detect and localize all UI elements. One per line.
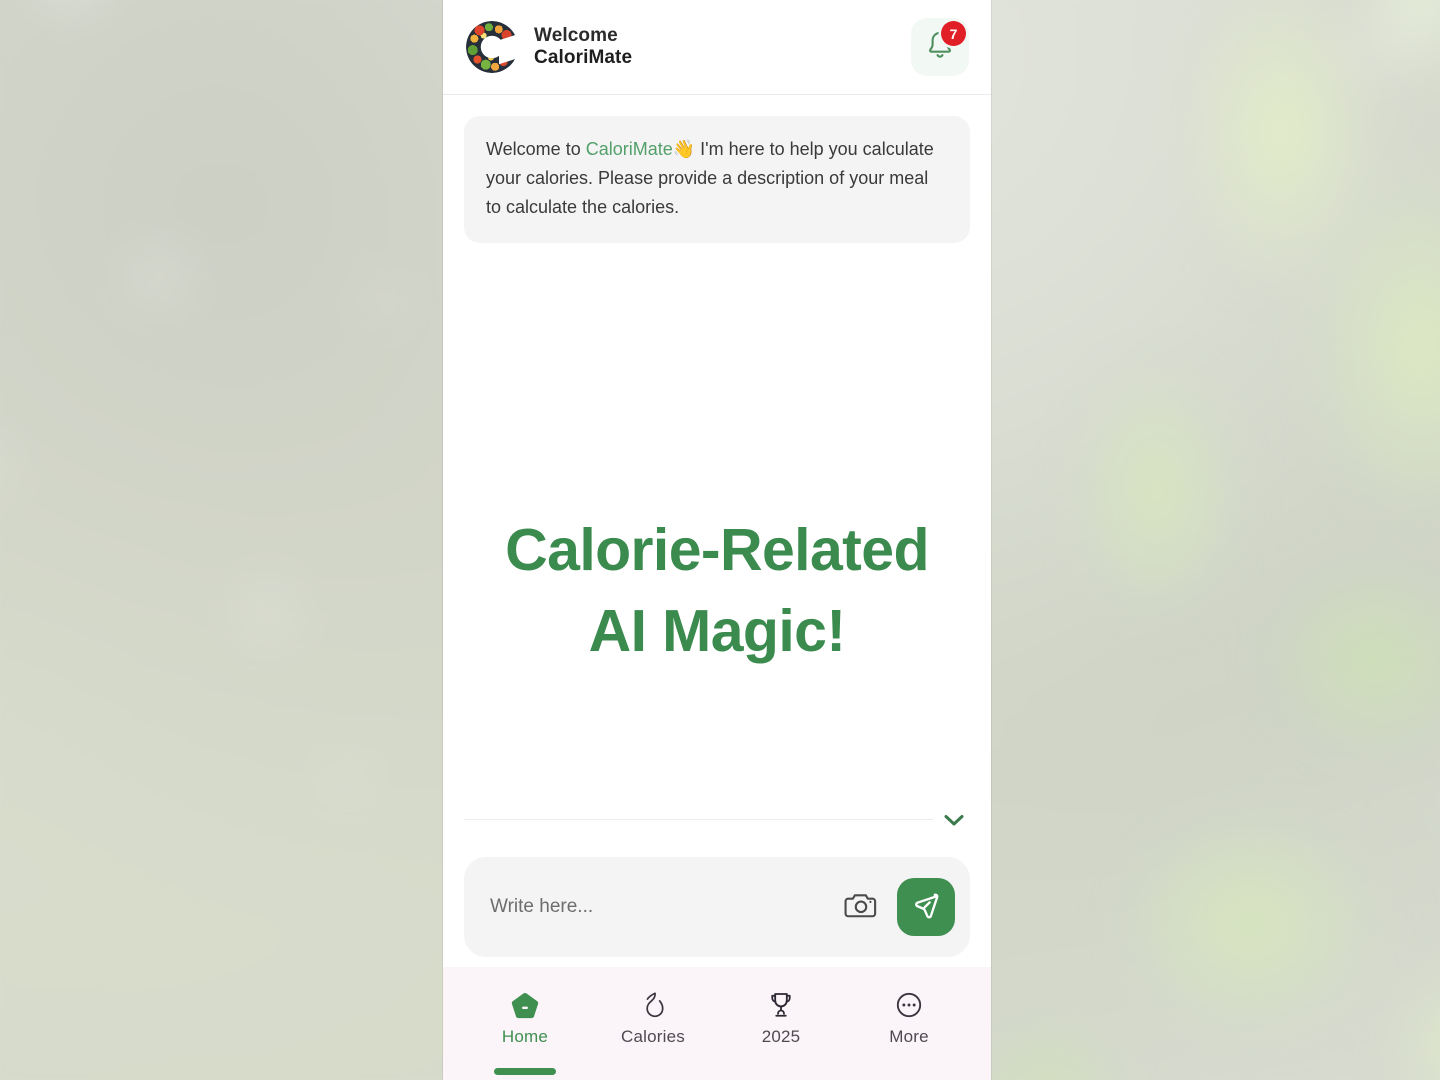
flame-icon — [639, 989, 667, 1019]
ellipsis-circle-icon — [895, 989, 923, 1019]
bottom-navigation: Home Calories 2025 More — [443, 967, 991, 1080]
header-title-block: Welcome CaloriMate — [534, 25, 632, 70]
app-name-label: CaloriMate — [534, 47, 633, 68]
welcome-message-bubble: Welcome to CaloriMate👋 I'm here to help … — [464, 116, 970, 244]
trophy-icon — [767, 989, 795, 1019]
calorimate-logo-icon — [464, 19, 520, 75]
message-input[interactable] — [490, 896, 825, 918]
nav-label-home: Home — [501, 1027, 549, 1046]
scroll-to-bottom-button[interactable] — [939, 807, 969, 837]
chevron-down-icon — [941, 810, 967, 835]
wave-emoji-icon: 👋 — [672, 139, 696, 159]
chat-area: Welcome to CaloriMate👋 I'm here to help … — [443, 95, 991, 847]
headline-line-1: Calorie-Related — [505, 517, 929, 583]
active-tab-indicator — [494, 1068, 556, 1075]
nav-label-more: More — [889, 1027, 929, 1046]
message-composer — [464, 857, 970, 957]
welcome-label: Welcome — [534, 24, 618, 46]
camera-icon — [844, 890, 878, 925]
nav-item-home[interactable]: Home — [461, 989, 589, 1075]
headline-line-2: AI Magic! — [588, 598, 846, 665]
camera-button[interactable] — [839, 885, 883, 929]
nav-item-2025[interactable]: 2025 — [717, 989, 845, 1047]
send-icon — [910, 890, 942, 925]
nav-item-calories[interactable]: Calories — [589, 989, 717, 1047]
page-title: Calorie-Related AI Magic! — [443, 510, 991, 673]
send-button[interactable] — [897, 878, 955, 936]
nav-item-more[interactable]: More — [845, 989, 973, 1047]
app-panel: Welcome CaloriMate 7 Welcome to CaloriMa… — [443, 0, 991, 1080]
home-icon — [510, 989, 540, 1019]
chat-divider — [464, 819, 933, 820]
composer-container — [443, 847, 991, 967]
notification-count-badge: 7 — [941, 21, 966, 46]
nav-label-calories: Calories — [621, 1027, 685, 1046]
nav-label-2025: 2025 — [761, 1027, 801, 1046]
app-header: Welcome CaloriMate 7 — [443, 0, 991, 95]
brand-highlight: CaloriMate — [585, 139, 673, 159]
welcome-message-prefix: Welcome to — [486, 139, 586, 159]
notifications-button[interactable]: 7 — [911, 18, 969, 76]
brand-block: Welcome CaloriMate — [464, 19, 632, 75]
